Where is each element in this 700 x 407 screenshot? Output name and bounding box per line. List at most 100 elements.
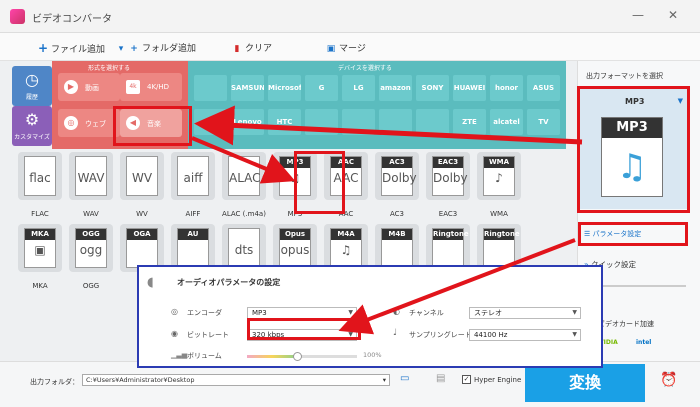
device-brand-row2-1[interactable]: Lenovo <box>231 109 264 135</box>
format-formats_row1-3[interactable]: aiff AIFF <box>171 152 215 218</box>
volume-slider-thumb[interactable] <box>292 352 302 361</box>
format-tag: M4B <box>382 229 412 240</box>
format-label: AIFF <box>185 210 201 218</box>
format-tag: Ringtone <box>484 229 520 240</box>
format-formats_row1-0[interactable]: flac FLAC <box>18 152 62 218</box>
format-glyph: ▣ <box>34 243 46 257</box>
device-brand-row1-6[interactable]: SONY <box>416 75 449 101</box>
close-icon[interactable]: ✕ <box>668 8 678 22</box>
format-formats_row1-4[interactable]: ALAC ALAC (.m4a) <box>222 152 266 218</box>
format-glyph: ♪ <box>495 171 503 185</box>
format-tile: MKA ▣ <box>18 224 62 272</box>
convert-button[interactable]: 変換 <box>525 364 645 402</box>
device-brand-row2-4[interactable] <box>342 109 375 135</box>
format-tile: OGG ogg <box>69 224 113 272</box>
format-card: OGA <box>126 228 158 268</box>
format-label: EAC3 <box>438 210 458 218</box>
audio-parameters-dialog: ◖ オーディオパラメータの設定 ◎ エンコーダ MP3 ▼ ◐ チャンネル ステレ… <box>137 265 603 368</box>
format-tag: Opus <box>280 229 310 240</box>
format-glyph: aiff <box>183 171 203 185</box>
device-brand-row1-8[interactable]: honor <box>490 75 523 101</box>
history-tab[interactable]: ◷ 履歴 <box>12 66 52 106</box>
device-brand-row2-2[interactable]: HTC <box>268 109 301 135</box>
format-card: EAC3 Dolby <box>432 156 468 196</box>
device-brand-row1-1[interactable]: SAMSUNG <box>231 75 264 101</box>
hyper-engine-checkbox[interactable]: ✓ <box>462 375 471 384</box>
format-label: ALAC (.m4a) <box>222 210 266 218</box>
web-icon: ◎ <box>64 116 78 130</box>
format-tile: aiff <box>171 152 215 200</box>
format-formats_row1-9[interactable]: WMA ♪ WMA <box>477 152 521 218</box>
format-formats_row1-1[interactable]: WAV WAV <box>69 152 113 218</box>
format-glyph: dts <box>234 243 254 257</box>
format-formats_row1-2[interactable]: WV WV <box>120 152 164 218</box>
device-brand-row2-6[interactable] <box>416 109 449 135</box>
copy-icon[interactable]: ▤ <box>436 373 445 384</box>
clock-icon: ◷ <box>25 70 39 89</box>
format-formats_row1-8[interactable]: EAC3 Dolby EAC3 <box>426 152 470 218</box>
intel-badge[interactable]: intel <box>636 339 651 346</box>
channel-select[interactable]: ステレオ ▼ <box>469 307 581 319</box>
chevron-down-icon: ▾ <box>382 376 386 384</box>
device-brand-row1-9[interactable]: ASUS <box>527 75 560 101</box>
device-brand-row1-4[interactable]: LG <box>342 75 375 101</box>
samplerate-select[interactable]: 44100 Hz ▼ <box>469 329 581 341</box>
merge-icon: ▣ <box>326 44 336 54</box>
format-tag: OGG <box>76 229 106 240</box>
device-brand-row2-0[interactable] <box>194 109 227 135</box>
format-card: Ringtone <box>483 228 520 268</box>
play-icon: ▶ <box>64 80 78 94</box>
folder-icon[interactable]: ▭ <box>400 373 409 384</box>
format-glyph: flac <box>29 171 51 185</box>
format-tile: WV <box>120 152 164 200</box>
volume-slider[interactable] <box>247 352 357 361</box>
mp3-format-highlight <box>294 151 345 214</box>
format-tag: AU <box>178 229 208 240</box>
device-brand-row1-0[interactable] <box>194 75 227 101</box>
format-label: WAV <box>83 210 99 218</box>
device-brand-row1-3[interactable]: G <box>305 75 338 101</box>
format-tag: MKA <box>25 229 55 240</box>
format-tag: WMA <box>484 157 514 168</box>
format-card: OGG ogg <box>75 228 107 268</box>
format-label: WV <box>136 210 148 218</box>
category-video[interactable]: ▶ 動画 <box>58 73 120 101</box>
format-glyph: WAV <box>77 171 105 185</box>
device-brand-row1-7[interactable]: HUAWEI <box>453 75 486 101</box>
clear-button[interactable]: ▮ クリア <box>232 41 273 54</box>
device-brand-row2-8[interactable]: alcatel <box>490 109 523 135</box>
format-card: Ringtone <box>432 228 469 268</box>
device-brand-row2-3[interactable] <box>305 109 338 135</box>
device-brand-row2-7[interactable]: ZTE <box>453 109 486 135</box>
volume-icon: ▁▃▅ <box>171 351 188 359</box>
folder-plus-icon: + <box>130 44 138 54</box>
format-tile: WMA ♪ <box>477 152 521 200</box>
output-path-field[interactable]: C:¥Users¥Administrator¥Desktop ▾ <box>82 374 390 386</box>
format-card: Opus opus <box>279 228 311 268</box>
format-card: M4A ♫ <box>330 228 362 268</box>
merge-button[interactable]: ▣ マージ <box>326 41 366 54</box>
alarm-clock-icon[interactable]: ⏰ <box>660 372 677 388</box>
customize-tab[interactable]: ⚙ カスタマイズ <box>12 106 52 146</box>
add-folder-button[interactable]: ▾ + フォルダ追加 <box>116 41 196 54</box>
chevron-down-icon: ▼ <box>572 331 577 338</box>
chevron-down-icon: ▼ <box>572 309 577 316</box>
encoder-icon: ◎ <box>171 307 178 316</box>
device-brand-row2-9[interactable]: TV <box>527 109 560 135</box>
minimize-icon[interactable]: — <box>632 8 644 22</box>
format-glyph: ♫ <box>340 243 352 257</box>
device-brand-row1-5[interactable]: amazon <box>379 75 412 101</box>
device-brand-row1-2[interactable]: Microsoft <box>268 75 301 101</box>
format-formats_row1-7[interactable]: AC3 Dolby AC3 <box>375 152 419 218</box>
format-card: WV <box>126 156 158 196</box>
window-title: ビデオコンバータ <box>32 14 112 25</box>
format-tag: AC3 <box>382 157 412 168</box>
format-formats_row2-1[interactable]: OGG ogg OGG <box>69 224 113 290</box>
device-brand-row2-5[interactable] <box>379 109 412 135</box>
format-formats_row2-0[interactable]: MKA ▣ MKA <box>18 224 62 290</box>
hyper-engine-label: Hyper Engine <box>474 376 522 384</box>
add-file-button[interactable]: + ファイル追加 <box>38 41 105 55</box>
bitrate-highlight <box>247 318 361 340</box>
category-web[interactable]: ◎ ウェブ <box>58 109 120 137</box>
category-4k-hd[interactable]: 4k 4K/HD <box>120 73 182 101</box>
